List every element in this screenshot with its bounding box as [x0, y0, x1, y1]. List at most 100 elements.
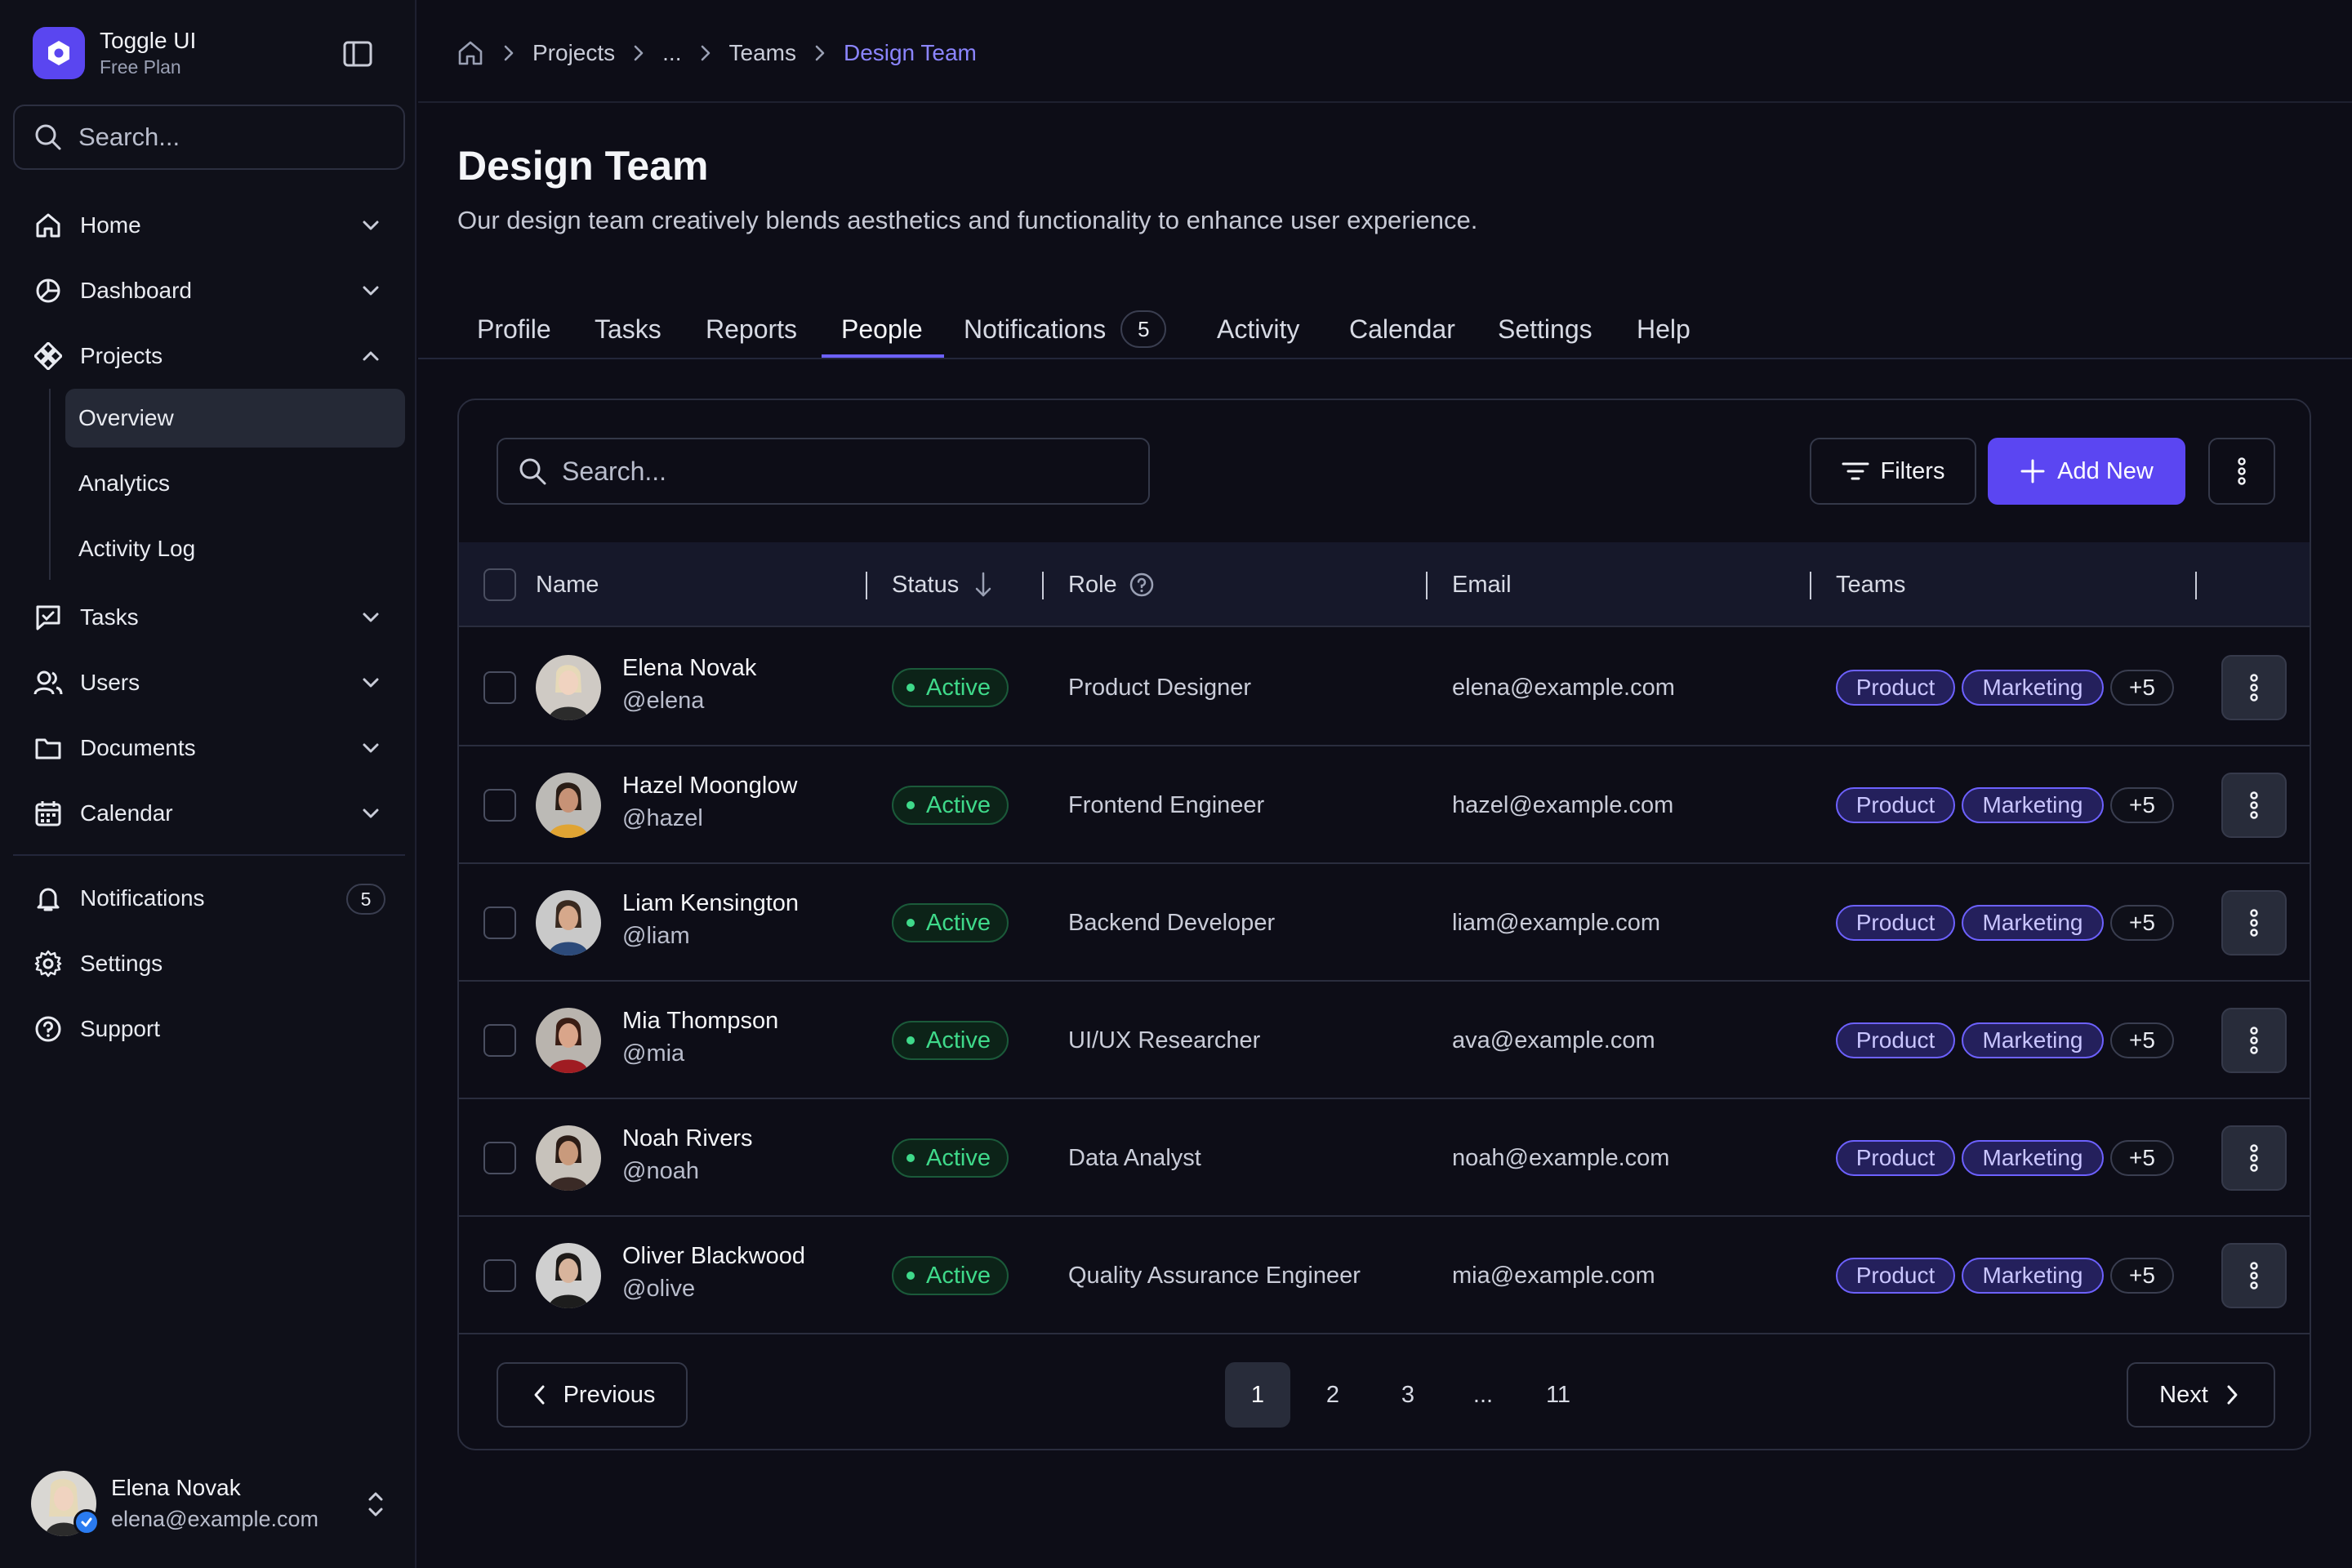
tab-settings[interactable]: Settings: [1498, 301, 1592, 358]
chevron-down-icon[interactable]: [356, 603, 385, 632]
projects-icon: [33, 341, 64, 372]
tab-reports[interactable]: Reports: [706, 301, 797, 358]
column-header-role[interactable]: Role: [1068, 542, 1155, 627]
sidebar-search-input[interactable]: Search...: [13, 105, 405, 170]
user-account-menu[interactable]: Elena Novak elena@example.com: [31, 1467, 390, 1540]
add-new-button[interactable]: Add New: [1988, 438, 2185, 505]
table-row[interactable]: Mia Thompson @mia Active UI/UX Researcher av…: [459, 982, 2310, 1099]
tab-activity[interactable]: Activity: [1217, 301, 1299, 358]
brand[interactable]: Toggle UI Free Plan: [33, 24, 392, 82]
team-tag[interactable]: Marketing: [1962, 1258, 2104, 1294]
team-more-badge[interactable]: +5: [2110, 670, 2174, 706]
page-number-button[interactable]: 11: [1526, 1362, 1591, 1428]
email-cell: elena@example.com: [1452, 674, 1675, 701]
sidebar-subitem-activity-log[interactable]: Activity Log: [65, 519, 405, 578]
row-actions-button[interactable]: [2221, 655, 2287, 720]
row-checkbox[interactable]: [483, 1024, 516, 1057]
page-number-button[interactable]: 1: [1225, 1362, 1290, 1428]
team-tag[interactable]: Marketing: [1962, 1140, 2104, 1176]
chevron-down-icon[interactable]: [356, 211, 385, 240]
chevron-down-icon[interactable]: [356, 668, 385, 697]
row-checkbox[interactable]: [483, 671, 516, 704]
more-options-button[interactable]: [2208, 438, 2275, 505]
chevron-up-down-icon[interactable]: [361, 1486, 390, 1522]
chevron-right-icon: [2208, 1383, 2243, 1407]
sidebar-item-notifications[interactable]: Notifications 5: [13, 871, 405, 926]
team-tag[interactable]: Product: [1836, 905, 1955, 941]
sidebar-item-settings[interactable]: Settings: [13, 936, 405, 991]
table-search-input[interactable]: Search...: [497, 438, 1150, 505]
sidebar-item-documents[interactable]: Documents: [13, 720, 405, 776]
sidebar-item-support[interactable]: Support: [13, 1001, 405, 1057]
sidebar-subitem-analytics[interactable]: Analytics: [65, 454, 405, 513]
row-actions-button[interactable]: [2221, 1008, 2287, 1073]
home-icon[interactable]: [456, 38, 485, 68]
row-actions-button[interactable]: [2221, 773, 2287, 838]
row-checkbox[interactable]: [483, 789, 516, 822]
tab-tasks[interactable]: Tasks: [595, 301, 662, 358]
previous-page-button[interactable]: Previous: [497, 1362, 688, 1428]
row-actions-button[interactable]: [2221, 890, 2287, 956]
page-ellipsis: ...: [1472, 1381, 1494, 1408]
sidebar-item-projects[interactable]: Projects: [13, 328, 405, 384]
sidebar-subitem-overview[interactable]: Overview: [65, 389, 405, 448]
team-tag[interactable]: Product: [1836, 1022, 1955, 1058]
sidebar-item-users[interactable]: Users: [13, 655, 405, 710]
filters-button[interactable]: Filters: [1810, 438, 1976, 505]
team-more-badge[interactable]: +5: [2110, 787, 2174, 823]
team-more-badge[interactable]: +5: [2110, 905, 2174, 941]
team-tag[interactable]: Marketing: [1962, 670, 2104, 706]
team-tag[interactable]: Marketing: [1962, 787, 2104, 823]
sidebar-item-tasks[interactable]: Tasks: [13, 590, 405, 645]
column-header-name[interactable]: Name: [536, 542, 599, 627]
column-header-teams[interactable]: Teams: [1836, 542, 1905, 627]
team-tag[interactable]: Product: [1836, 787, 1955, 823]
row-checkbox[interactable]: [483, 1142, 516, 1174]
sidebar-item-dashboard[interactable]: Dashboard: [13, 263, 405, 318]
breadcrumb-item[interactable]: Teams: [729, 40, 796, 66]
team-tag[interactable]: Product: [1836, 670, 1955, 706]
column-header-email[interactable]: Email: [1452, 542, 1512, 627]
tab-people[interactable]: People: [841, 301, 923, 358]
table-row[interactable]: Liam Kensington @liam Active Backend Develo…: [459, 864, 2310, 982]
team-tag[interactable]: Product: [1836, 1258, 1955, 1294]
team-tag[interactable]: Marketing: [1962, 1022, 2104, 1058]
chevron-down-icon[interactable]: [356, 799, 385, 828]
team-more-badge[interactable]: +5: [2110, 1140, 2174, 1176]
table-row[interactable]: Noah Rivers @noah Active Data Analyst noah@e…: [459, 1099, 2310, 1217]
team-more-badge[interactable]: +5: [2110, 1258, 2174, 1294]
team-tag[interactable]: Marketing: [1962, 905, 2104, 941]
column-header-label: Role: [1068, 571, 1117, 598]
chevron-down-icon[interactable]: [356, 733, 385, 763]
page-number-button[interactable]: 2: [1300, 1362, 1365, 1428]
sidebar-item-home[interactable]: Home: [13, 198, 405, 253]
column-header-status[interactable]: Status: [892, 542, 995, 627]
sidebar-item-calendar[interactable]: Calendar: [13, 786, 405, 841]
sidebar-toggle-icon[interactable]: [340, 36, 376, 72]
next-page-button[interactable]: Next: [2127, 1362, 2275, 1428]
breadcrumb-item[interactable]: Projects: [532, 40, 615, 66]
sidebar-subitem-label: Overview: [78, 405, 174, 430]
tab-help[interactable]: Help: [1637, 301, 1690, 358]
chevron-up-icon[interactable]: [356, 341, 385, 371]
team-tag[interactable]: Product: [1836, 1140, 1955, 1176]
row-checkbox[interactable]: [483, 1259, 516, 1292]
table-row[interactable]: Elena Novak @elena Active Product Designer e…: [459, 629, 2310, 746]
row-actions-button[interactable]: [2221, 1125, 2287, 1191]
status-dot-icon: [906, 919, 915, 927]
tab-notifications[interactable]: Notifications 5: [964, 301, 1167, 358]
row-actions-button[interactable]: [2221, 1243, 2287, 1308]
team-more-badge[interactable]: +5: [2110, 1022, 2174, 1058]
table-row[interactable]: Oliver Blackwood @olive Active Quality Assu…: [459, 1217, 2310, 1334]
table-row[interactable]: Hazel Moonglow @hazel Active Frontend Engin…: [459, 746, 2310, 864]
help-circle-icon[interactable]: [1129, 572, 1155, 598]
select-all-checkbox[interactable]: [483, 568, 516, 601]
status-badge: Active: [892, 668, 1009, 707]
tab-profile[interactable]: Profile: [477, 301, 551, 358]
tab-calendar[interactable]: Calendar: [1349, 301, 1455, 358]
row-checkbox[interactable]: [483, 906, 516, 939]
chevron-down-icon[interactable]: [356, 276, 385, 305]
breadcrumb-ellipsis[interactable]: ...: [662, 40, 681, 66]
page-number-button[interactable]: 3: [1375, 1362, 1441, 1428]
table-search-placeholder: Search...: [562, 456, 667, 486]
